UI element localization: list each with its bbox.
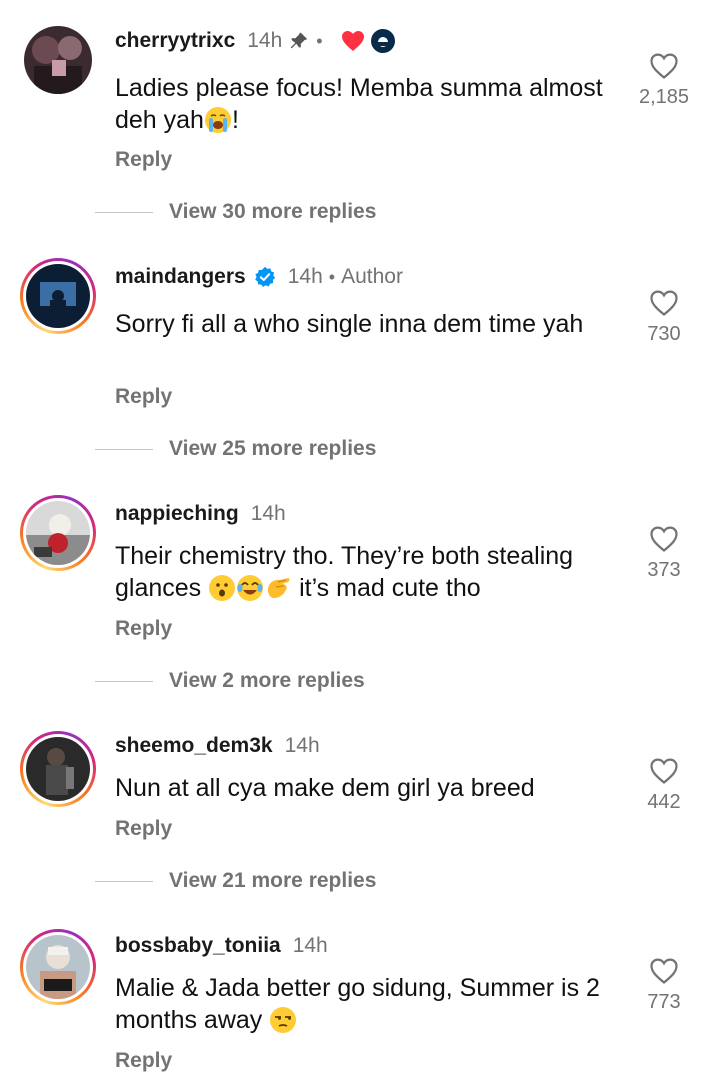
- comment-time: 14h: [247, 29, 283, 52]
- divider-line: [95, 880, 153, 882]
- unamused-face-emoji-icon: [270, 1007, 297, 1033]
- avatar-image: [26, 935, 90, 999]
- verified-badge-icon: [254, 266, 275, 287]
- username[interactable]: nappieching: [115, 502, 239, 526]
- like-count: 2,185: [638, 86, 690, 108]
- avatar[interactable]: [20, 258, 96, 334]
- avatar-image: [26, 737, 90, 801]
- comment-text-part: Malie & Jada better go sidung, Summer is…: [115, 974, 600, 1034]
- heart-outline-icon[interactable]: [649, 957, 679, 985]
- avatar-image: [26, 264, 90, 328]
- username[interactable]: bossbaby_toniia: [115, 934, 281, 958]
- avatar-image: [26, 501, 90, 565]
- creator-avatar-icon: [370, 29, 395, 53]
- view-more-replies-label: View 2 more replies: [169, 669, 365, 692]
- view-more-replies[interactable]: View 25 more replies: [95, 437, 376, 461]
- view-more-replies-label: View 25 more replies: [169, 437, 377, 460]
- crying-face-emoji-icon: [204, 107, 231, 133]
- heart-outline-icon[interactable]: [649, 525, 679, 553]
- comment-text: Nun at all cya make dem girl ya breed: [115, 774, 535, 802]
- heart-outline-icon[interactable]: [649, 757, 679, 785]
- username[interactable]: maindangers: [115, 265, 246, 289]
- reply-button[interactable]: Reply: [115, 385, 172, 409]
- comment-time: 14h: [287, 265, 323, 288]
- comment-time: 14h: [250, 502, 286, 525]
- username[interactable]: sheemo_dem3k: [115, 734, 273, 758]
- hushed-face-emoji-icon: [209, 575, 236, 601]
- heart-outline-icon[interactable]: [649, 52, 679, 80]
- separator-dot: •: [316, 30, 323, 51]
- avatar-ring-gap: [23, 498, 93, 568]
- comment-text: Ladies please focus! Memba summa almost …: [115, 72, 625, 136]
- reply-button[interactable]: Reply: [115, 1049, 172, 1073]
- avatar[interactable]: [20, 731, 96, 807]
- comment-text: Malie & Jada better go sidung, Summer is…: [115, 972, 625, 1036]
- avatar[interactable]: [20, 929, 96, 1005]
- username[interactable]: cherryytrixc: [115, 29, 235, 53]
- view-more-replies[interactable]: View 2 more replies: [95, 669, 365, 693]
- avatar[interactable]: [24, 26, 92, 94]
- red-heart-icon: [341, 31, 364, 51]
- avatar-ring-gap: [23, 261, 93, 331]
- view-more-replies[interactable]: View 30 more replies: [95, 200, 376, 224]
- comment-text: Their chemistry tho. They’re both steali…: [115, 540, 625, 604]
- pinched-fingers-emoji-icon: [268, 578, 290, 598]
- comment-text: Sorry fi all a who single inna dem time …: [115, 310, 584, 338]
- comment-time: 14h: [292, 934, 328, 957]
- comment-text-part: !: [231, 106, 239, 134]
- reply-button[interactable]: Reply: [115, 617, 172, 641]
- like-column: 2,185: [624, 52, 704, 109]
- divider-line: [95, 211, 153, 213]
- view-more-replies-label: View 30 more replies: [169, 200, 377, 223]
- avatar-ring-gap: [23, 734, 93, 804]
- like-count: 773: [647, 991, 681, 1013]
- heart-outline-icon[interactable]: [649, 289, 679, 317]
- reply-button[interactable]: Reply: [115, 817, 172, 841]
- divider-line: [95, 448, 153, 450]
- avatar[interactable]: [20, 495, 96, 571]
- separator-dot: •: [328, 266, 336, 287]
- like-column: 373: [624, 525, 704, 582]
- tears-of-joy-emoji-icon: [237, 575, 264, 601]
- comment-text-part: it’s mad cute tho: [292, 574, 481, 602]
- pin-icon: [291, 32, 308, 49]
- like-count: 442: [647, 791, 681, 813]
- divider-line: [95, 680, 153, 682]
- avatar-ring-gap: [23, 932, 93, 1002]
- like-column: 773: [624, 957, 704, 1014]
- view-more-replies-label: View 21 more replies: [169, 869, 377, 892]
- like-count: 373: [647, 559, 681, 581]
- comment-time: 14h: [284, 734, 320, 757]
- like-column: 442: [624, 757, 704, 814]
- like-column: 730: [624, 289, 704, 346]
- author-label: Author: [341, 265, 403, 288]
- view-more-replies[interactable]: View 21 more replies: [95, 869, 376, 893]
- comment-text-part: Ladies please focus! Memba summa almost …: [115, 74, 603, 134]
- reply-button[interactable]: Reply: [115, 148, 172, 172]
- like-count: 730: [647, 323, 681, 345]
